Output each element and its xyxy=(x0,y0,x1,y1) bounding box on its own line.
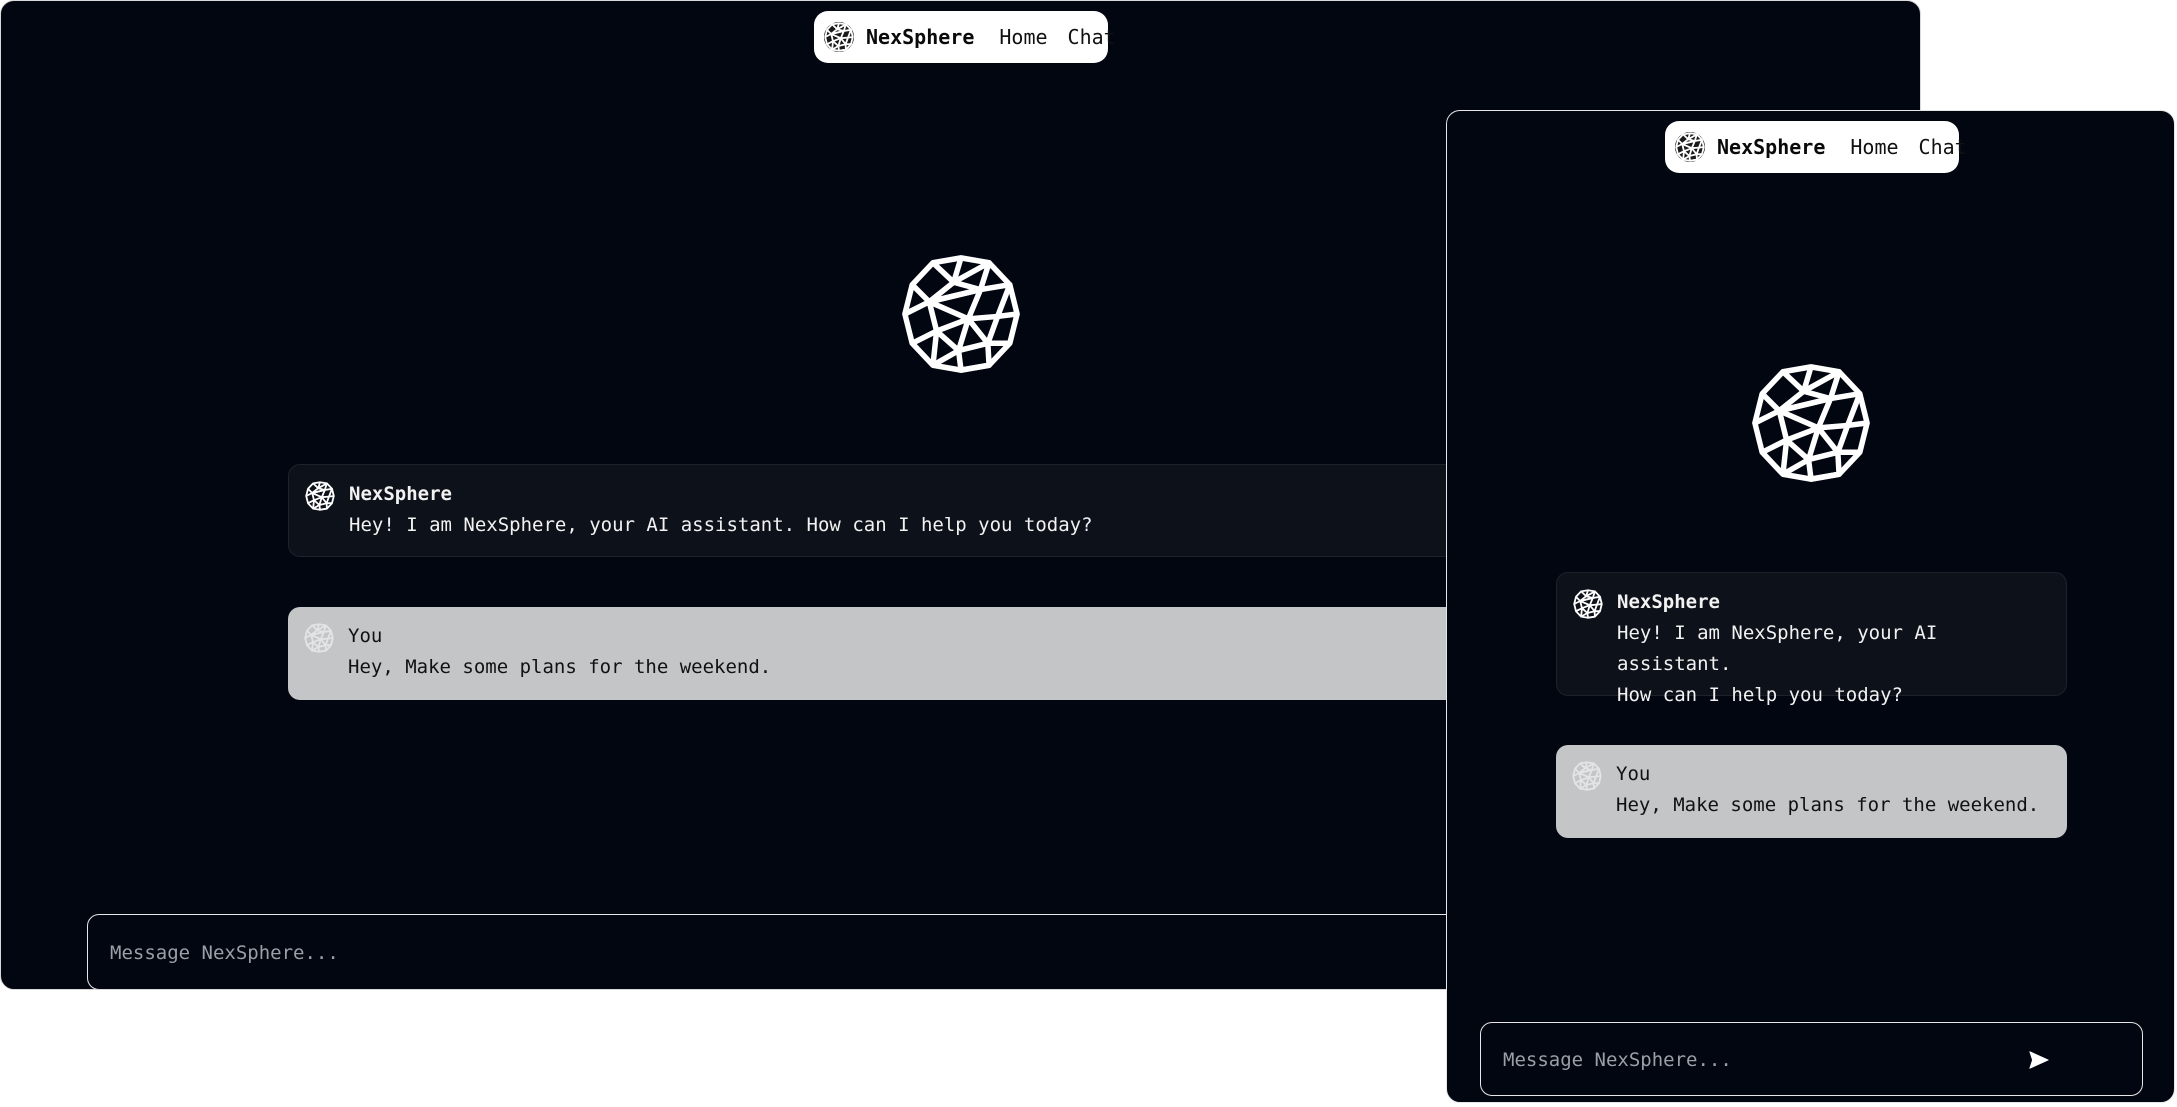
nav-link-home[interactable]: Home xyxy=(1850,135,1898,159)
message-sender: NexSphere xyxy=(1617,591,1720,613)
send-icon xyxy=(2029,1051,2049,1069)
nav-link-home[interactable]: Home xyxy=(999,25,1047,49)
user-avatar-icon xyxy=(1572,761,1602,791)
bot-avatar-icon xyxy=(1573,589,1603,619)
message-sender: You xyxy=(1616,763,1651,785)
hero-sphere-icon xyxy=(900,253,1022,375)
brand-sphere-icon[interactable] xyxy=(1675,132,1705,162)
brand-name[interactable]: NexSphere xyxy=(866,25,974,49)
message-composer xyxy=(1480,1022,2143,1097)
message-text-line: Hey! I am NexSphere, your AI assistant. xyxy=(1617,622,1938,675)
send-button[interactable] xyxy=(2026,1047,2052,1073)
brand-sphere-icon[interactable] xyxy=(824,22,854,52)
message-input[interactable] xyxy=(108,915,1631,989)
mobile-window: NexSphere Home Chat NexSphere Hey! I am … xyxy=(1446,110,2175,1103)
nav-link-chat[interactable]: Chat xyxy=(1068,25,1116,49)
message-text: Hey, Make some plans for the weekend. xyxy=(1616,794,2040,816)
top-navbar: NexSphere Home Chat xyxy=(814,11,1116,63)
message-input[interactable] xyxy=(1501,1023,2034,1097)
bot-avatar-icon xyxy=(305,481,335,511)
user-message: You Hey, Make some plans for the weekend… xyxy=(1556,745,2067,838)
user-avatar-icon xyxy=(304,623,334,653)
bot-message: NexSphere Hey! I am NexSphere, your AI a… xyxy=(1556,572,2067,706)
nav-link-chat[interactable]: Chat xyxy=(1919,135,1967,159)
brand-name[interactable]: NexSphere xyxy=(1717,135,1825,159)
hero-sphere-icon xyxy=(1750,362,1872,484)
top-navbar: NexSphere Home Chat xyxy=(1665,121,1967,173)
message-text-line: How can I help you today? xyxy=(1617,684,1903,706)
